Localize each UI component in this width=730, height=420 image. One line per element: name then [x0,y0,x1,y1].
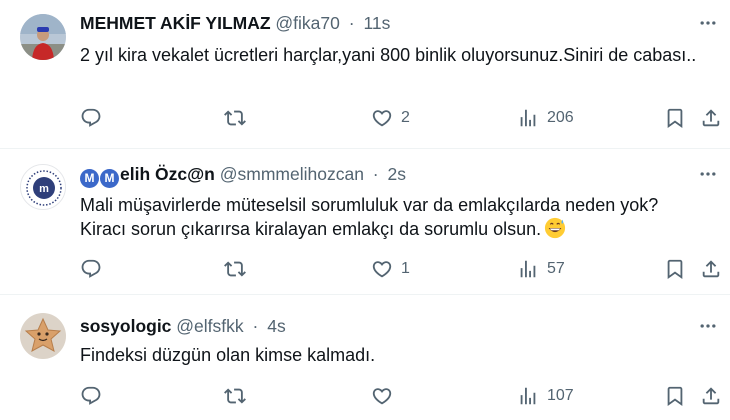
avatar[interactable] [20,14,66,60]
retweet-button[interactable] [224,256,246,282]
user-handle[interactable]: @fika70 [275,13,339,33]
heart-icon [372,110,392,127]
views-button[interactable]: 107 [517,383,574,409]
tweet-actions: 107 [0,383,730,409]
retweet-button[interactable] [224,105,246,131]
retweet-icon [224,261,246,277]
reply-icon [81,259,101,278]
bookmark-button[interactable] [664,383,686,409]
share-icon [702,109,720,127]
more-icon[interactable] [696,12,720,34]
views-icon [520,260,536,278]
bookmark-icon [667,108,683,129]
avatar-photo [20,313,66,359]
name-badge-m: M [80,168,99,188]
grinning-sweat-emoji-icon [545,217,566,239]
reply-button[interactable] [80,105,102,131]
timestamp[interactable]: 2s [388,164,406,184]
reply-icon [81,386,101,405]
retweet-icon [224,110,246,126]
more-icon[interactable] [696,315,720,337]
more-icon[interactable] [696,163,720,185]
tweet-2[interactable]: m M Melih Özc@n @smmmelihozcan · 2s Mali … [0,149,730,291]
tweet-actions: 2 206 [0,105,730,131]
heart-icon [372,261,392,278]
views-button[interactable]: 57 [517,256,565,282]
retweet-icon [224,388,246,404]
heart-icon [372,388,392,405]
bookmark-button[interactable] [664,105,686,131]
like-button[interactable]: 2 [371,105,410,131]
tweet-text: Findeksi düzgün olan kimse kalmadı. [80,345,376,365]
svg-text:m: m [39,183,49,195]
view-count: 206 [547,109,574,126]
share-button[interactable] [700,105,722,131]
tweet-actions: 1 57 [0,256,730,282]
separator-dot: · [372,164,379,184]
share-button[interactable] [700,256,722,282]
view-count: 57 [547,260,565,277]
bookmark-button[interactable] [664,256,686,282]
share-icon [702,260,720,278]
share-icon [702,387,720,405]
display-name[interactable]: sosyologic [80,316,171,336]
tweet-text: Mali müşavirlerde müteselsil sorumluluk … [80,193,720,241]
separator-dot: · [252,316,259,336]
like-button[interactable] [371,383,401,409]
views-button[interactable]: 206 [517,105,574,131]
views-icon [520,387,536,405]
retweet-button[interactable] [224,383,246,409]
tweet-text-line: Mali müşavirlerde müteselsil sorumluluk … [80,195,659,215]
display-name[interactable]: MEHMET AKİF YILMAZ [80,13,271,33]
views-icon [520,109,536,127]
bookmark-icon [667,386,683,407]
reply-icon [81,108,101,127]
timestamp[interactable]: 11s [363,13,390,33]
bookmark-icon [667,259,683,280]
name-badge-m: M [100,168,119,188]
view-count: 107 [547,387,574,404]
separator-dot: · [348,13,355,33]
reply-button[interactable] [80,256,102,282]
tweet-3[interactable]: sosyologic @elfsfkk · 4s Findeksi düzgün… [0,295,730,420]
like-count: 2 [401,109,410,126]
like-count: 1 [401,260,410,277]
user-handle[interactable]: @elfsfkk [176,316,243,336]
avatar-photo [20,14,66,60]
like-button[interactable]: 1 [371,256,410,282]
tweet-text-line: Kiracı sorun çıkarırsa kiralayan emlakçı… [80,217,720,241]
user-handle[interactable]: @smmmelihozcan [220,164,364,184]
avatar[interactable] [20,313,66,359]
tweet-text: 2 yıl kira vekalet ücretleri harçlar,yan… [80,45,697,65]
tweet-1[interactable]: MEHMET AKİF YILMAZ @fika70 · 11s 2 yıl k… [0,0,730,148]
reply-button[interactable] [80,383,102,409]
display-name[interactable]: elih Özc@n [120,164,215,184]
timestamp[interactable]: 4s [267,316,285,336]
share-button[interactable] [700,383,722,409]
avatar[interactable]: m [20,164,66,210]
avatar-logo: m [21,165,65,209]
tweet-text-line-content: Kiracı sorun çıkarırsa kiralayan emlakçı… [80,219,542,239]
